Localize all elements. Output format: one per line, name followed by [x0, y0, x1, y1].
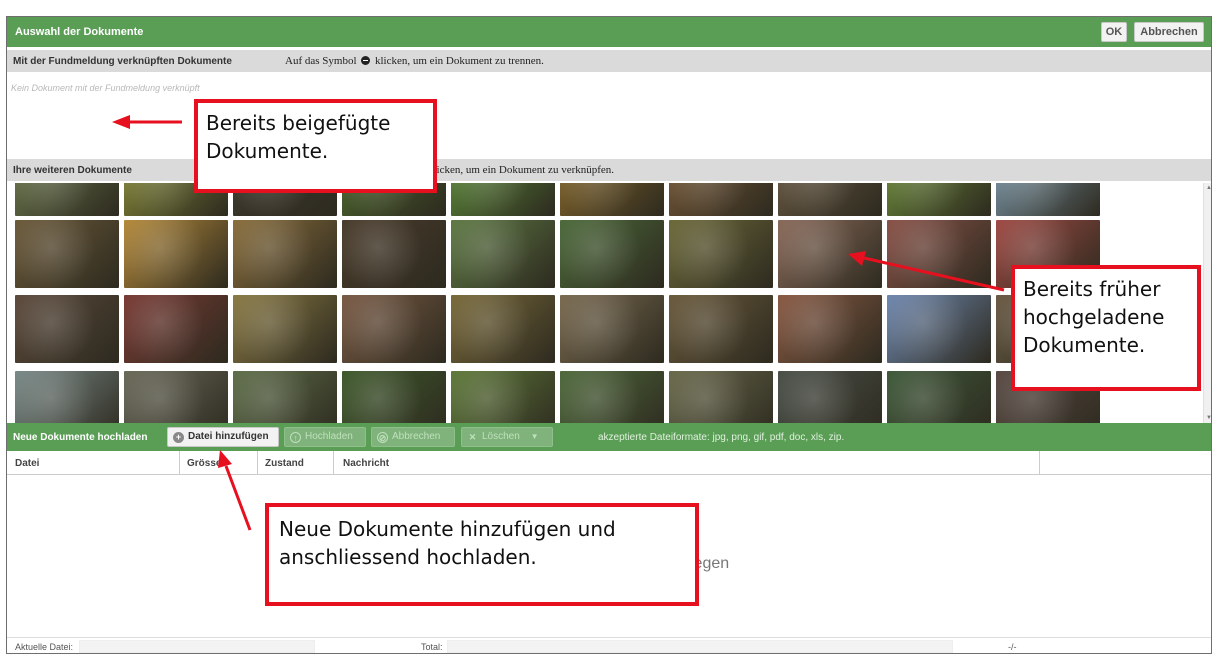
document-thumbnail[interactable] — [233, 371, 337, 423]
delete-button[interactable]: ✕ Löschen ▼ — [461, 427, 553, 447]
document-thumbnail[interactable] — [15, 371, 119, 423]
column-divider — [1039, 451, 1040, 475]
document-thumbnail[interactable] — [451, 183, 555, 216]
scroll-up-icon[interactable]: ▲ — [1206, 185, 1211, 191]
document-thumbnail[interactable] — [124, 371, 228, 423]
document-thumbnail[interactable] — [560, 220, 664, 288]
unlink-hint-before: Auf das Symbol — [285, 55, 357, 67]
unlink-hint-after: klicken, um ein Dokument zu trennen. — [375, 55, 544, 67]
document-thumbnail[interactable] — [342, 371, 446, 423]
linked-empty-message: Kein Dokument mit der Fundmeldung verknü… — [11, 83, 200, 93]
upload-header: Neue Dokumente hochladen — [13, 432, 148, 443]
document-thumbnail[interactable] — [887, 295, 991, 363]
unlink-hint: Auf das Symbol klicken, um ein Dokument … — [285, 55, 544, 67]
status-bar: Aktuelle Datei: Total: -/- — [7, 637, 1211, 653]
dialog-title: Auswahl der Dokumente — [15, 26, 144, 38]
total-field — [447, 640, 953, 653]
document-thumbnail[interactable] — [887, 183, 991, 216]
document-thumbnail[interactable] — [15, 183, 119, 216]
add-file-button[interactable]: + Datei hinzufügen — [167, 427, 279, 447]
link-hint: klicken, um ein Dokument zu verknüpfen. — [428, 164, 615, 176]
upload-label: Hochladen — [305, 431, 353, 442]
document-thumbnail[interactable] — [669, 295, 773, 363]
document-thumbnail[interactable] — [560, 183, 664, 216]
chevron-down-icon: ▼ — [530, 432, 539, 441]
document-thumbnail[interactable] — [778, 295, 882, 363]
cancel-button[interactable]: Abbrechen — [1134, 22, 1204, 42]
document-thumbnail[interactable] — [124, 295, 228, 363]
upload-bar: Neue Dokumente hochladen + Datei hinzufü… — [7, 423, 1211, 451]
total-label: Total: — [421, 642, 443, 652]
document-thumbnail[interactable] — [233, 295, 337, 363]
document-thumbnail[interactable] — [451, 371, 555, 423]
document-thumbnail[interactable] — [778, 183, 882, 216]
add-file-label: Datei hinzufügen — [188, 431, 269, 442]
column-divider — [179, 451, 180, 475]
upload-table-header: Datei Grösse Zustand Nachricht — [7, 451, 1211, 475]
column-file[interactable]: Datei — [15, 458, 39, 469]
cancel-upload-button[interactable]: ⊘ Abbrechen — [371, 427, 455, 447]
cancel-upload-label: Abbrechen — [392, 431, 441, 442]
unlink-symbol-icon — [361, 56, 371, 65]
document-thumbnail[interactable] — [669, 183, 773, 216]
document-thumbnail[interactable] — [233, 220, 337, 288]
column-message[interactable]: Nachricht — [343, 458, 389, 469]
callout-uploaded-documents: Bereits früher hochgeladene Dokumente. — [1011, 265, 1201, 391]
document-thumbnail[interactable] — [342, 220, 446, 288]
document-thumbnail[interactable] — [15, 220, 119, 288]
top-strip — [0, 0, 1212, 16]
document-thumbnail[interactable] — [887, 220, 991, 288]
delete-icon: ✕ — [468, 432, 477, 442]
callout-new-documents: Neue Dokumente hinzufügen und anschliess… — [265, 503, 699, 606]
column-divider — [257, 451, 258, 475]
document-thumbnail[interactable] — [451, 295, 555, 363]
other-documents-bar: Ihre weiteren Dokumente klicken, um ein … — [7, 159, 1211, 181]
callout-attached-documents: Bereits beigefügte Dokumente. — [194, 99, 437, 193]
accepted-formats: akzeptierte Dateiformate: jpg, png, gif,… — [598, 432, 845, 443]
ok-button[interactable]: OK — [1101, 22, 1127, 42]
gallery-scrollbar[interactable]: ▲ ▼ — [1203, 183, 1211, 423]
linked-documents-header: Mit der Fundmeldung verknüpften Dokument… — [13, 56, 232, 67]
delete-label: Löschen — [482, 431, 520, 442]
plus-icon: + — [173, 432, 184, 443]
linked-documents-bar: Mit der Fundmeldung verknüpften Dokument… — [7, 50, 1211, 72]
total-value: -/- — [1008, 642, 1017, 652]
document-thumbnail[interactable] — [778, 371, 882, 423]
column-divider — [333, 451, 334, 475]
document-thumbnail[interactable] — [15, 295, 119, 363]
document-thumbnail[interactable] — [669, 220, 773, 288]
column-state[interactable]: Zustand — [265, 458, 304, 469]
current-file-field — [79, 640, 315, 653]
upload-button[interactable]: ↑ Hochladen — [284, 427, 366, 447]
document-thumbnail[interactable] — [124, 220, 228, 288]
document-thumbnail[interactable] — [778, 220, 882, 288]
column-size[interactable]: Grösse — [187, 458, 221, 469]
document-thumbnail[interactable] — [560, 371, 664, 423]
other-documents-header: Ihre weiteren Dokumente — [13, 165, 132, 176]
document-thumbnail[interactable] — [669, 371, 773, 423]
upload-icon: ↑ — [290, 432, 301, 443]
cancel-icon: ⊘ — [377, 432, 388, 443]
scroll-down-icon[interactable]: ▼ — [1206, 415, 1211, 421]
document-thumbnail[interactable] — [451, 220, 555, 288]
current-file-label: Aktuelle Datei: — [15, 642, 74, 652]
document-thumbnail[interactable] — [996, 183, 1100, 216]
document-thumbnail[interactable] — [560, 295, 664, 363]
dialog-titlebar: Auswahl der Dokumente OK Abbrechen — [7, 17, 1211, 47]
document-thumbnail[interactable] — [342, 295, 446, 363]
document-thumbnail[interactable] — [887, 371, 991, 423]
